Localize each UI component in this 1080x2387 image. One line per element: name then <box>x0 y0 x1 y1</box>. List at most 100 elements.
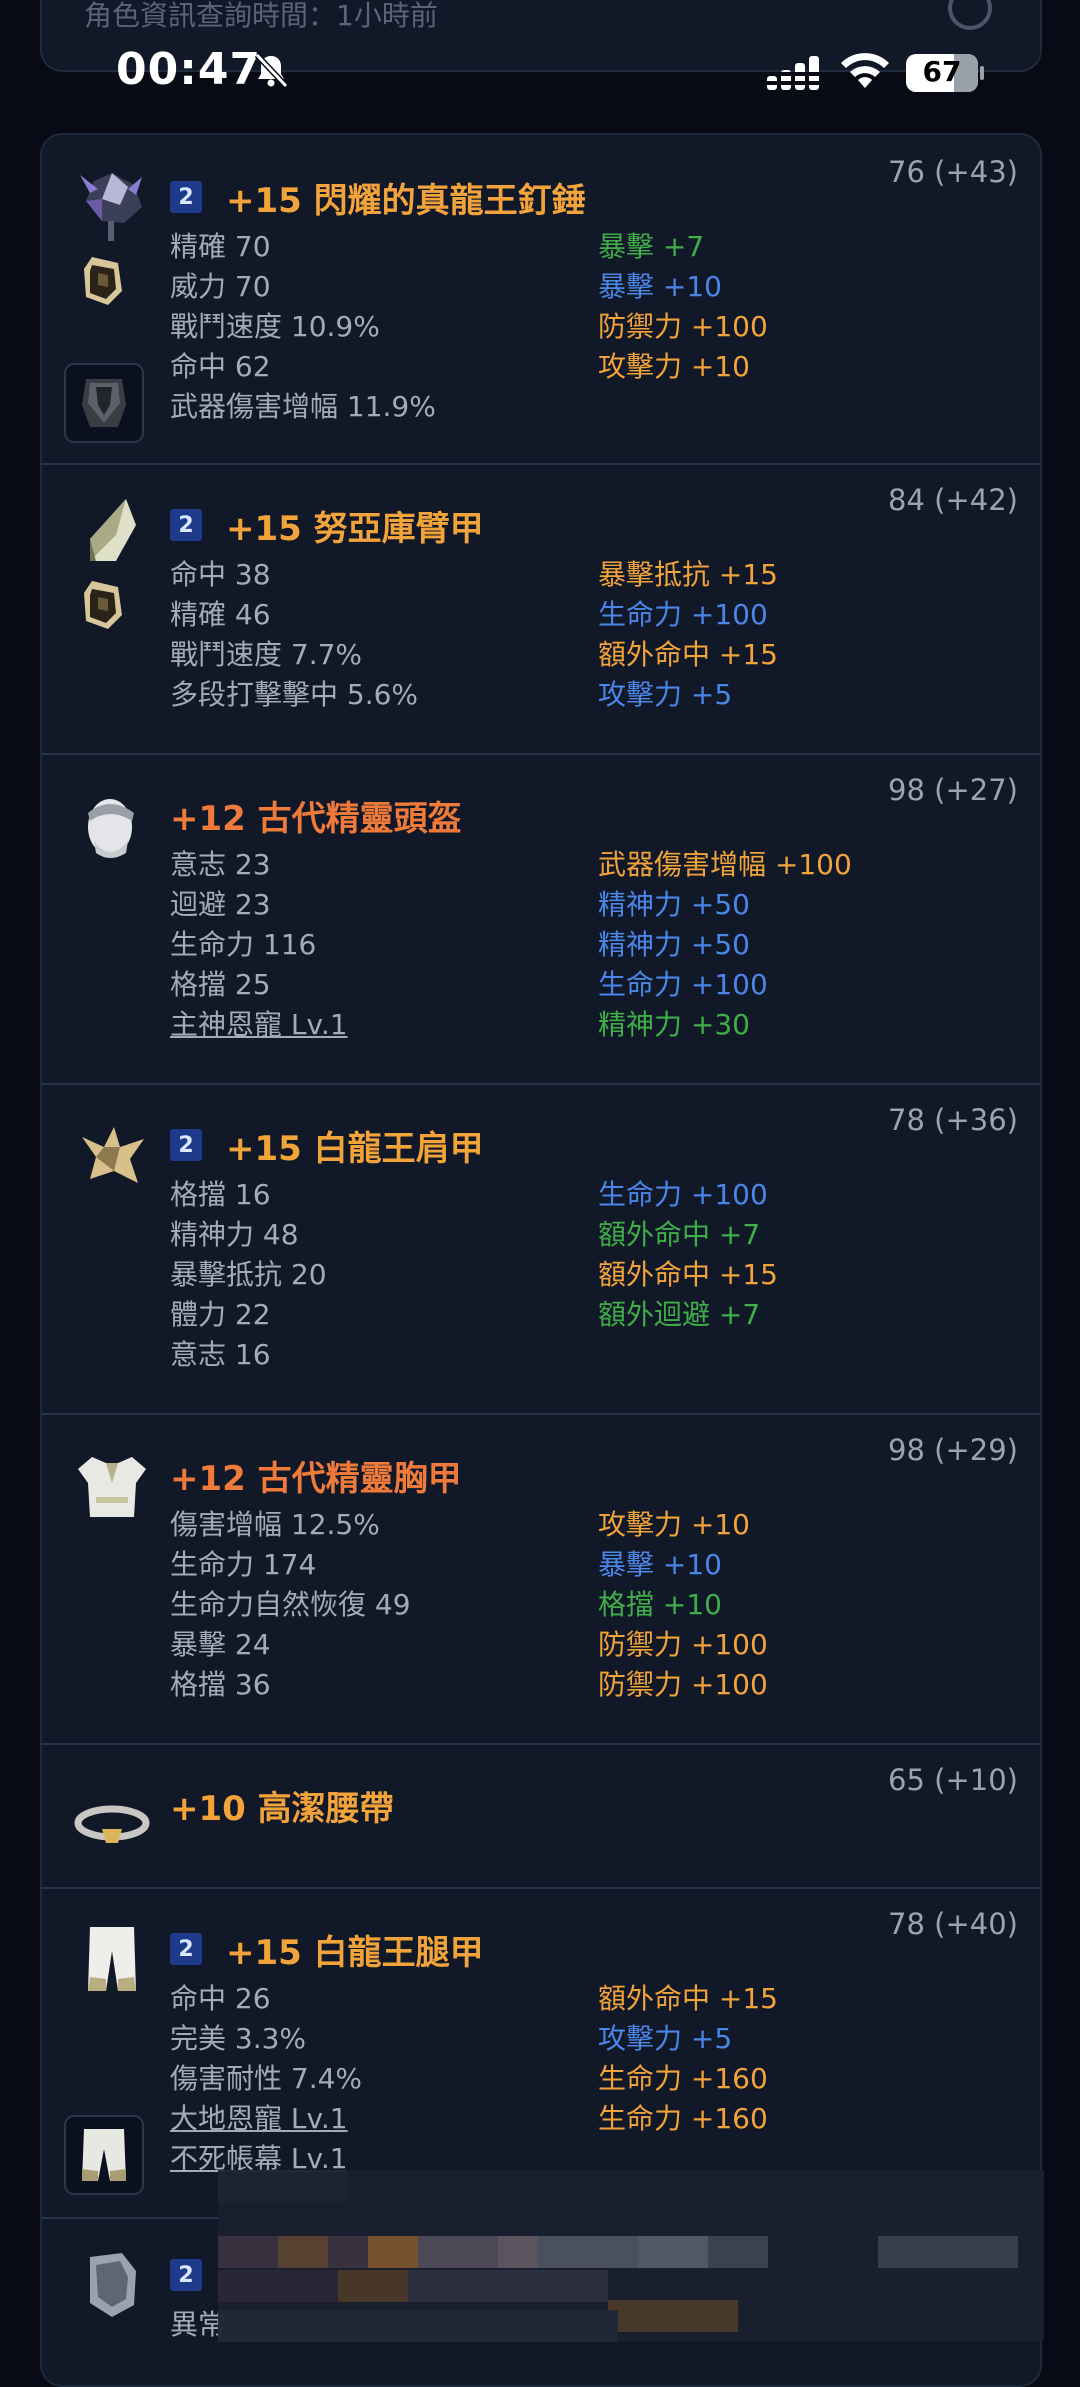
equipment-item-helmet[interactable]: +12 古代精靈頭盔 98 (+27) 意志 23 迴避 23 生命力 116 … <box>42 753 1040 1085</box>
arcana-slot-icon[interactable] <box>64 363 144 443</box>
item-score: 78 (+40) <box>888 1907 1018 1941</box>
equipment-item-gloves[interactable]: 2 +15 努亞庫臂甲 84 (+42) 命中 38 精確 46 戰鬥速度 7.… <box>42 463 1040 755</box>
item-score: 98 (+29) <box>888 1433 1018 1467</box>
item-score: 84 (+42) <box>888 483 1018 517</box>
stat: 命中 62 <box>170 350 271 383</box>
bonus-stats: 額外命中 +15 攻擊力 +5 生命力 +160 生命力 +160 <box>598 1979 778 2139</box>
base-stats: 命中 38 精確 46 戰鬥速度 7.7% 多段打擊擊中 5.6% <box>170 555 418 715</box>
stat: 意志 23 <box>170 848 271 881</box>
stat: 精神力 48 <box>170 1218 299 1251</box>
item-title-row: +12 古代精靈胸甲 <box>170 1451 462 1499</box>
bonus-stats: 暴擊 +7 暴擊 +10 防禦力 +100 攻擊力 +10 <box>598 227 768 387</box>
bonus-stat: 生命力 +100 <box>598 1178 768 1211</box>
censored-overlay <box>218 2170 1044 2342</box>
status-bar: 00:47 67 <box>0 0 1080 150</box>
helmet-icon <box>88 799 134 858</box>
stat: 完美 3.3% <box>170 2022 307 2055</box>
item-name: +15 努亞庫臂甲 <box>226 508 484 549</box>
item-name: +10 高潔腰帶 <box>170 1788 394 1829</box>
leg-armor-icon <box>88 1927 136 1991</box>
stat: 精確 46 <box>170 598 271 631</box>
base-stats: 格擋 16 精神力 48 暴擊抵抗 20 體力 22 意志 16 <box>170 1175 327 1375</box>
stat: 暴擊 24 <box>170 1628 271 1661</box>
base-stats: 精確 70 威力 70 戰鬥速度 10.9% 命中 62 武器傷害增幅 11.9… <box>170 227 436 427</box>
bonus-stat: 額外命中 +15 <box>598 638 778 671</box>
bonus-stats: 暴擊抵抗 +15 生命力 +100 額外命中 +15 攻擊力 +5 <box>598 555 778 715</box>
item-title-row: 2 +15 閃耀的真龍王釘錘 <box>170 173 586 221</box>
item-score: 98 (+27) <box>888 773 1018 807</box>
stat: 精確 70 <box>170 230 271 263</box>
belt-icon <box>74 1805 150 1843</box>
stat: 暴擊抵抗 20 <box>170 1258 327 1291</box>
item-name: +12 古代精靈胸甲 <box>170 1458 462 1499</box>
stat: 威力 70 <box>170 270 271 303</box>
bonus-stat: 攻擊力 +10 <box>598 1508 750 1541</box>
equipment-list: 2 +15 閃耀的真龍王釘錘 76 (+43) 精確 70 威力 70 戰鬥速度… <box>40 133 1042 2387</box>
item-score: 78 (+36) <box>888 1103 1018 1137</box>
item-title-row: +12 古代精靈頭盔 <box>170 791 462 839</box>
bonus-stat: 攻擊力 +10 <box>598 350 750 383</box>
bonus-stat: 武器傷害增幅 +100 <box>598 848 852 881</box>
bonus-stat: 額外命中 +15 <box>598 1258 778 1291</box>
mace-icon <box>80 173 142 241</box>
stat: 命中 38 <box>170 558 271 591</box>
bell-muted-icon <box>254 52 289 89</box>
item-name: +15 白龍王腿甲 <box>226 1932 484 1973</box>
item-title-row: 2 +15 努亞庫臂甲 <box>170 501 484 549</box>
tier-badge: 2 <box>170 2259 202 2291</box>
equipment-item-chest[interactable]: +12 古代精靈胸甲 98 (+29) 傷害增幅 12.5% 生命力 174 生… <box>42 1413 1040 1745</box>
arcana-slot-icon[interactable] <box>64 2115 144 2195</box>
tier-badge: 2 <box>170 509 202 541</box>
bonus-stat: 防禦力 +100 <box>598 1628 768 1661</box>
battery-icon: 67 <box>906 54 984 92</box>
item-score: 65 (+10) <box>888 1763 1018 1797</box>
bonus-stat: 生命力 +100 <box>598 968 768 1001</box>
item-score: 76 (+43) <box>888 155 1018 189</box>
bonus-stat: 額外命中 +7 <box>598 1218 761 1251</box>
equipment-item-weapon[interactable]: 2 +15 閃耀的真龍王釘錘 76 (+43) 精確 70 威力 70 戰鬥速度… <box>42 135 1040 465</box>
bonus-stats: 武器傷害增幅 +100 精神力 +50 精神力 +50 生命力 +100 精神力… <box>598 845 852 1045</box>
bonus-stat: 暴擊 +7 <box>598 230 705 263</box>
stat: 生命力 174 <box>170 1548 317 1581</box>
equipment-item-belt[interactable]: +10 高潔腰帶 65 (+10) <box>42 1743 1040 1889</box>
stat: 傷害增幅 12.5% <box>170 1508 380 1541</box>
bonus-stat: 格擋 +10 <box>598 1588 722 1621</box>
stat: 迴避 23 <box>170 888 271 921</box>
skill-link[interactable]: 大地恩寵 Lv.1 <box>170 2099 362 2139</box>
bonus-stat: 額外迴避 +7 <box>598 1298 761 1331</box>
stat: 格擋 25 <box>170 968 271 1001</box>
item-title-row: 2 +15 白龍王腿甲 <box>170 1925 484 1973</box>
stat: 戰鬥速度 10.9% <box>170 310 380 343</box>
bonus-stat: 暴擊 +10 <box>598 1548 722 1581</box>
stat: 格擋 16 <box>170 1178 271 1211</box>
stat: 意志 16 <box>170 1338 271 1371</box>
bonus-stats: 生命力 +100 額外命中 +7 額外命中 +15 額外迴避 +7 <box>598 1175 778 1335</box>
arm-guard-icon <box>90 499 136 561</box>
glove-icon <box>90 2253 136 2317</box>
item-title-row: 2 +15 白龍王肩甲 <box>170 1121 484 1169</box>
equipment-item-shoulder[interactable]: 2 +15 白龍王肩甲 78 (+36) 格擋 16 精神力 48 暴擊抵抗 2… <box>42 1083 1040 1415</box>
stat: 戰鬥速度 7.7% <box>170 638 363 671</box>
battery-percent: 67 <box>922 55 962 88</box>
bonus-stat: 生命力 +160 <box>598 2062 768 2095</box>
tier-badge: 2 <box>170 1129 202 1161</box>
bonus-stat: 防禦力 +100 <box>598 1668 768 1701</box>
tier-badge: 2 <box>170 181 202 213</box>
bonus-stat: 攻擊力 +5 <box>598 678 733 711</box>
stat: 武器傷害增幅 11.9% <box>170 390 436 423</box>
bonus-stat: 暴擊抵抗 +15 <box>598 558 778 591</box>
item-name: +15 白龍王肩甲 <box>226 1128 484 1169</box>
bonus-stat: 攻擊力 +5 <box>598 2022 733 2055</box>
skill-link[interactable]: 主神恩寵 Lv.1 <box>170 1005 348 1045</box>
gem-icon <box>84 581 122 629</box>
stat: 格擋 36 <box>170 1668 271 1701</box>
shoulder-guard-icon <box>82 1127 144 1183</box>
stat: 多段打擊擊中 5.6% <box>170 678 419 711</box>
bonus-stat: 額外命中 +15 <box>598 1982 778 2015</box>
bonus-stat: 防禦力 +100 <box>598 310 768 343</box>
status-time: 00:47 <box>116 44 262 95</box>
wifi-icon <box>841 53 889 88</box>
bonus-stat: 生命力 +100 <box>598 598 768 631</box>
tier-badge: 2 <box>170 1933 202 1965</box>
item-name: +12 古代精靈頭盔 <box>170 798 462 839</box>
